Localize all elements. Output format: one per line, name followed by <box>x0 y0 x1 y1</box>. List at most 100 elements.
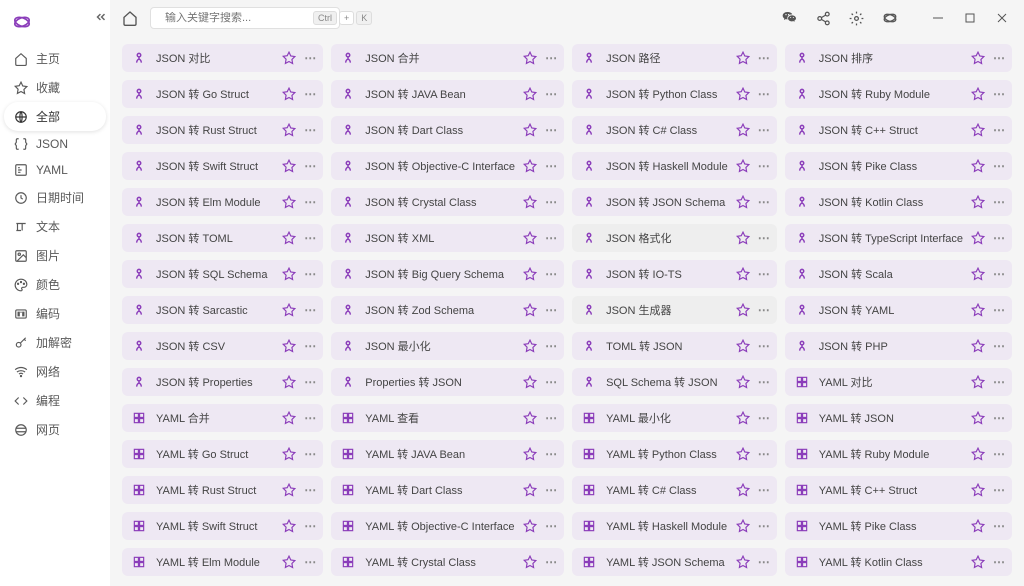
more-button[interactable]: ⋯ <box>758 159 771 173</box>
sidebar-item-11[interactable]: 网络 <box>4 357 106 386</box>
more-button[interactable]: ⋯ <box>758 519 771 533</box>
favorite-button[interactable] <box>282 159 296 173</box>
favorite-button[interactable] <box>736 231 750 245</box>
tool-card[interactable]: JSON 转 Crystal Class⋯ <box>331 188 564 216</box>
sidebar-item-10[interactable]: 加解密 <box>4 328 106 357</box>
more-button[interactable]: ⋯ <box>993 375 1006 389</box>
tool-card[interactable]: JSON 转 Ruby Module⋯ <box>785 80 1012 108</box>
favorite-button[interactable] <box>282 375 296 389</box>
favorite-button[interactable] <box>523 87 537 101</box>
favorite-button[interactable] <box>971 303 985 317</box>
tool-card[interactable]: YAML 转 C++ Struct⋯ <box>785 476 1012 504</box>
favorite-button[interactable] <box>282 447 296 461</box>
tool-card[interactable]: YAML 转 Kotlin Class⋯ <box>785 548 1012 576</box>
more-button[interactable]: ⋯ <box>758 555 771 569</box>
search-input[interactable] <box>165 12 307 24</box>
more-button[interactable]: ⋯ <box>993 195 1006 209</box>
tool-card[interactable]: JSON 转 Python Class⋯ <box>572 80 777 108</box>
tool-card[interactable]: JSON 转 Scala⋯ <box>785 260 1012 288</box>
more-button[interactable]: ⋯ <box>304 519 317 533</box>
more-button[interactable]: ⋯ <box>304 159 317 173</box>
favorite-button[interactable] <box>282 87 296 101</box>
favorite-button[interactable] <box>736 195 750 209</box>
tool-card[interactable]: JSON 转 Big Query Schema⋯ <box>331 260 564 288</box>
tool-card[interactable]: JSON 转 Go Struct⋯ <box>122 80 323 108</box>
favorite-button[interactable] <box>282 123 296 137</box>
window-maximize[interactable] <box>956 6 984 30</box>
favorite-button[interactable] <box>971 555 985 569</box>
tool-card[interactable]: YAML 转 Pike Class⋯ <box>785 512 1012 540</box>
tool-card[interactable]: YAML 转 Ruby Module⋯ <box>785 440 1012 468</box>
more-button[interactable]: ⋯ <box>545 447 558 461</box>
more-button[interactable]: ⋯ <box>758 483 771 497</box>
tool-card[interactable]: YAML 查看⋯ <box>331 404 564 432</box>
favorite-button[interactable] <box>971 195 985 209</box>
tool-card[interactable]: JSON 最小化⋯ <box>331 332 564 360</box>
tool-card[interactable]: JSON 转 IO-TS⋯ <box>572 260 777 288</box>
sidebar-item-12[interactable]: 编程 <box>4 386 106 415</box>
sidebar-item-6[interactable]: 文本 <box>4 212 106 241</box>
more-button[interactable]: ⋯ <box>545 123 558 137</box>
tool-card[interactable]: YAML 转 Swift Struct⋯ <box>122 512 323 540</box>
favorite-button[interactable] <box>523 447 537 461</box>
tool-card[interactable]: YAML 合并⋯ <box>122 404 323 432</box>
more-button[interactable]: ⋯ <box>993 303 1006 317</box>
favorite-button[interactable] <box>523 231 537 245</box>
more-button[interactable]: ⋯ <box>993 123 1006 137</box>
sidebar-item-0[interactable]: 主页 <box>4 44 106 73</box>
favorite-button[interactable] <box>736 159 750 173</box>
favorite-button[interactable] <box>736 375 750 389</box>
more-button[interactable]: ⋯ <box>758 51 771 65</box>
favorite-button[interactable] <box>736 87 750 101</box>
more-button[interactable]: ⋯ <box>304 555 317 569</box>
favorite-button[interactable] <box>736 267 750 281</box>
more-button[interactable]: ⋯ <box>304 123 317 137</box>
more-button[interactable]: ⋯ <box>304 303 317 317</box>
favorite-button[interactable] <box>523 339 537 353</box>
search-box[interactable]: Ctrl+K <box>150 7 340 29</box>
favorite-button[interactable] <box>282 51 296 65</box>
settings-icon[interactable] <box>845 7 868 30</box>
more-button[interactable]: ⋯ <box>545 267 558 281</box>
favorite-button[interactable] <box>971 519 985 533</box>
tool-card[interactable]: YAML 转 JSON⋯ <box>785 404 1012 432</box>
tool-card[interactable]: JSON 转 C# Class⋯ <box>572 116 777 144</box>
favorite-button[interactable] <box>736 123 750 137</box>
tool-card[interactable]: JSON 转 Properties⋯ <box>122 368 323 396</box>
favorite-button[interactable] <box>971 339 985 353</box>
sidebar-item-7[interactable]: 图片 <box>4 241 106 270</box>
wechat-icon[interactable] <box>778 6 802 30</box>
more-button[interactable]: ⋯ <box>545 555 558 569</box>
window-close[interactable] <box>988 6 1016 30</box>
more-button[interactable]: ⋯ <box>993 87 1006 101</box>
favorite-button[interactable] <box>523 483 537 497</box>
tool-card[interactable]: YAML 转 Rust Struct⋯ <box>122 476 323 504</box>
favorite-button[interactable] <box>523 51 537 65</box>
favorite-button[interactable] <box>282 339 296 353</box>
more-button[interactable]: ⋯ <box>993 483 1006 497</box>
more-button[interactable]: ⋯ <box>758 195 771 209</box>
favorite-button[interactable] <box>282 411 296 425</box>
favorite-button[interactable] <box>736 411 750 425</box>
more-button[interactable]: ⋯ <box>545 483 558 497</box>
favorite-button[interactable] <box>971 51 985 65</box>
sidebar-item-2[interactable]: 全部 <box>4 102 106 131</box>
more-button[interactable]: ⋯ <box>545 51 558 65</box>
more-button[interactable]: ⋯ <box>758 411 771 425</box>
favorite-button[interactable] <box>736 51 750 65</box>
more-button[interactable]: ⋯ <box>304 411 317 425</box>
sidebar-item-3[interactable]: JSON <box>4 131 106 157</box>
tool-card[interactable]: JSON 转 Swift Struct⋯ <box>122 152 323 180</box>
favorite-button[interactable] <box>282 483 296 497</box>
favorite-button[interactable] <box>282 267 296 281</box>
tool-card[interactable]: JSON 转 Haskell Module⋯ <box>572 152 777 180</box>
tool-card[interactable]: JSON 转 CSV⋯ <box>122 332 323 360</box>
tool-card[interactable]: YAML 对比⋯ <box>785 368 1012 396</box>
tool-card[interactable]: JSON 转 YAML⋯ <box>785 296 1012 324</box>
more-button[interactable]: ⋯ <box>758 339 771 353</box>
more-button[interactable]: ⋯ <box>545 87 558 101</box>
favorite-button[interactable] <box>736 339 750 353</box>
tool-card[interactable]: YAML 转 Go Struct⋯ <box>122 440 323 468</box>
favorite-button[interactable] <box>736 303 750 317</box>
favorite-button[interactable] <box>971 447 985 461</box>
